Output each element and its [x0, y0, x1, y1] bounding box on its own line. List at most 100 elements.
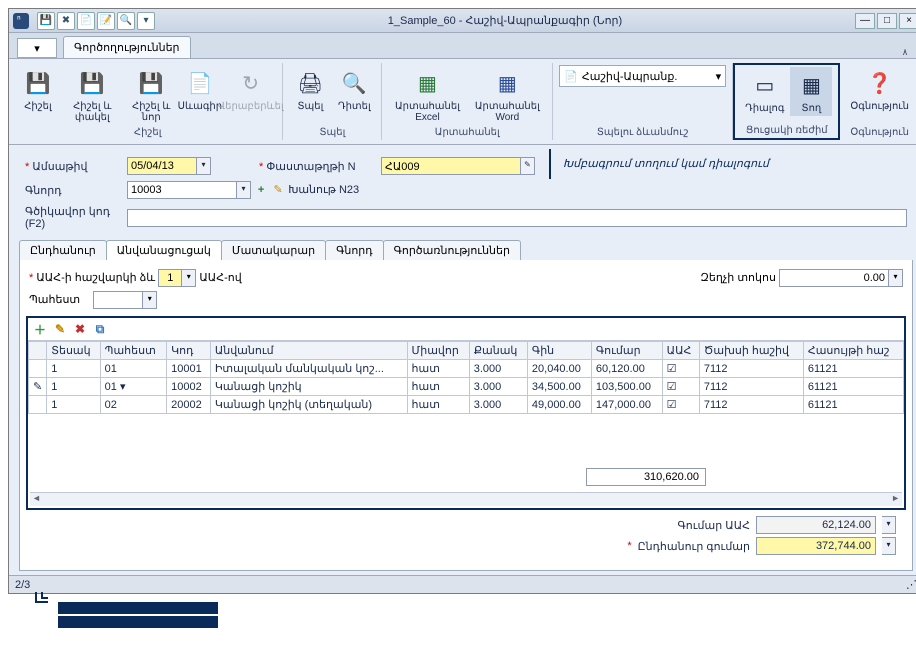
vat-amount-label: Գումար ԱԱՀ	[678, 519, 750, 532]
grand-total-dd[interactable]: ▾	[882, 537, 896, 555]
docno-label: Փաստաթղթի N	[266, 161, 355, 173]
help-button[interactable]: ❓Օգնություն	[846, 65, 913, 114]
save-button[interactable]: 💾Հիշել	[17, 65, 59, 125]
date-input[interactable]	[127, 157, 197, 175]
docno-edit-icon[interactable]: ✎	[521, 157, 535, 175]
save-close-button[interactable]: 💾Հիշել և փակել	[61, 65, 124, 125]
magnifier-icon: 🔍	[338, 67, 370, 99]
tab-items[interactable]: Անվանացուցակ	[106, 240, 222, 260]
grid-total-amount: 310,620.00	[586, 468, 706, 486]
buyer-add-icon[interactable]: +	[254, 184, 268, 196]
ribbon-tabs: ▾ Գործողություններ ٨	[9, 33, 916, 59]
callout-annotation	[28, 594, 908, 634]
tab-buyer[interactable]: Գնորդ	[325, 240, 384, 260]
buyer-edit-icon[interactable]: ✎	[271, 183, 285, 196]
tab-actions[interactable]: Գործողություններ	[63, 36, 191, 58]
vat-amount-dd[interactable]: ▾	[882, 516, 896, 534]
grid-icon: ▦	[795, 69, 827, 101]
export-excel-button[interactable]: ▦Արտահանել Excel	[388, 65, 466, 125]
quick-access-toolbar: 💾 ✖ 📄 📝 🔍 ▾	[37, 12, 155, 30]
grid-footer: 310,620.00	[28, 464, 904, 490]
qat-more-icon[interactable]: ▾	[137, 12, 155, 30]
save-new-button[interactable]: 💾Հիշել և նոր	[126, 65, 177, 125]
items-grid[interactable]: Տեսակ Պահեստ Կոդ Անվանում Միավոր Քանակ Գ…	[28, 341, 904, 414]
vat-mode-label: ԱԱՀ-ի հաշվարկի ձև	[36, 272, 155, 284]
app-icon	[13, 13, 29, 29]
row-mode-button[interactable]: ▦Տող	[790, 67, 832, 116]
tab-general[interactable]: Ընդհանուր	[19, 240, 107, 260]
file-menu-dropdown[interactable]: ▾	[17, 38, 57, 58]
template-combo[interactable]: 📄 Հաշիվ-Ապրանք. ▾	[559, 65, 726, 87]
ribbon-collapse-icon[interactable]: ٨	[895, 47, 915, 58]
ribbon: 💾Հիշել 💾Հիշել և փակել 💾Հիշել և նոր 📄Սևագ…	[9, 59, 916, 145]
reassign-button: ↻Վերաբերևել	[223, 65, 279, 125]
preview-button[interactable]: 🔍Դիտել	[333, 65, 375, 114]
tab-operations[interactable]: Գործառնություններ	[383, 240, 521, 260]
store-dropdown-icon[interactable]: ▾	[143, 291, 157, 309]
grid-toolbar: ＋ ✎ ✖ ⧉	[28, 318, 904, 341]
ribbon-group-print: 🖨Տպել 🔍Դիտել Տպել	[283, 63, 382, 140]
tab-supplier[interactable]: Մատակարար	[221, 240, 326, 260]
buyer-code-input[interactable]	[127, 181, 237, 199]
resize-grip-icon[interactable]: ⋰	[906, 578, 916, 591]
totals-panel: Գումար ԱԱՀ 62,124.00 ▾ * Ընդհանուր գումա…	[26, 510, 906, 564]
vat-mode-dropdown-icon[interactable]: ▾	[182, 269, 196, 287]
print-button[interactable]: 🖨Տպել	[289, 65, 331, 114]
grid-add-icon[interactable]: ＋	[32, 321, 48, 337]
minimize-button[interactable]: —	[855, 13, 875, 29]
draft-button[interactable]: 📄Սևագիր	[179, 65, 221, 125]
store-label: Պահեստ	[29, 294, 80, 306]
table-row[interactable]: 10220002Կանացի կոշիկ (տեղական)հատ3.00049…	[29, 396, 904, 414]
pager-label: 2/3	[15, 579, 30, 591]
floppy-new-icon: 💾	[135, 67, 167, 99]
discount-input[interactable]	[779, 269, 889, 287]
buyer-dropdown-icon[interactable]: ▾	[237, 181, 251, 199]
annotation-hint: Խմբագրում տողում կամ դիալոգում	[563, 158, 769, 170]
items-grid-wrap: ＋ ✎ ✖ ⧉ Տեսակ Պահեստ Կոդ Անվանում Միավոր…	[26, 316, 906, 510]
ribbon-group-viewmode: ▭Դիալոգ ▦Տող Ցուցակի ռեժիմ	[733, 63, 840, 140]
grid-delete-icon[interactable]: ✖	[72, 321, 88, 337]
qat-savenew-icon[interactable]: 📄	[77, 12, 95, 30]
docno-input[interactable]	[381, 157, 521, 175]
export-word-button[interactable]: ▦Արտահանել Word	[469, 65, 547, 125]
qat-preview-icon[interactable]: 🔍	[117, 12, 135, 30]
draft-icon: 📄	[184, 67, 216, 99]
date-label: Ամսաթիվ	[32, 161, 87, 173]
barcode-label: Գծիկավոր կոդ (F2)	[25, 206, 110, 230]
ribbon-group-export: ▦Արտահանել Excel ▦Արտահանել Word Արտահան…	[382, 63, 553, 140]
close-button[interactable]: ×	[899, 13, 916, 29]
grid-hscrollbar[interactable]	[30, 492, 902, 506]
qat-draft-icon[interactable]: 📝	[97, 12, 115, 30]
vat-mode-input[interactable]	[158, 269, 182, 287]
ribbon-group-template: 📄 Հաշիվ-Ապրանք. ▾ Տպելու ձևանմուշ	[553, 63, 733, 140]
table-row[interactable]: 10110001Իտալական մանկական կոշ...հատ3.000…	[29, 360, 904, 378]
store-input[interactable]	[93, 291, 143, 309]
dialog-icon: ▭	[749, 69, 781, 101]
maximize-button[interactable]: □	[877, 13, 897, 29]
grid-copy-icon[interactable]: ⧉	[92, 321, 108, 337]
barcode-input[interactable]	[127, 209, 907, 227]
vat-amount-value: 62,124.00	[756, 516, 876, 534]
qat-saveclose-icon[interactable]: ✖	[57, 12, 75, 30]
ribbon-group-save: 💾Հիշել 💾Հիշել և փակել 💾Հիշել և նոր 📄Սևագ…	[13, 63, 283, 140]
excel-icon: ▦	[411, 67, 443, 99]
detail-tabs: Ընդհանուր Անվանացուցակ Մատակարար Գնորդ Գ…	[19, 240, 913, 260]
grand-total-value[interactable]: 372,744.00	[756, 537, 876, 555]
table-row[interactable]: ✎101 ▾10002Կանացի կոշիկհատ3.00034,500.00…	[29, 378, 904, 396]
ribbon-group-help: ❓Օգնություն Օգնություն	[840, 63, 916, 140]
word-icon: ▦	[491, 67, 523, 99]
status-bar: 2/3 ⋰	[9, 575, 916, 593]
vat-mode-text: ԱԱՀ-ով	[199, 272, 241, 284]
app-window: 💾 ✖ 📄 📝 🔍 ▾ 1_Sample_60 - Հաշիվ-Ապրանքագ…	[8, 8, 916, 594]
form-panel: * Ամսաթիվ ▾ * Փաստաթղթի N ✎ Խմբագրում տո…	[9, 145, 916, 575]
floppy-icon: 💾	[22, 67, 54, 99]
refresh-icon: ↻	[235, 67, 267, 99]
discount-dropdown-icon[interactable]: ▾	[889, 269, 903, 287]
date-picker-icon[interactable]: ▾	[197, 157, 211, 175]
dialog-mode-button[interactable]: ▭Դիալոգ	[741, 67, 788, 116]
window-title: 1_Sample_60 - Հաշիվ-Ապրանքագիր (Նոր)	[155, 14, 855, 27]
grid-edit-icon[interactable]: ✎	[52, 321, 68, 337]
buyer-label: Գնորդ	[25, 185, 62, 197]
titlebar: 💾 ✖ 📄 📝 🔍 ▾ 1_Sample_60 - Հաշիվ-Ապրանքագ…	[9, 9, 916, 33]
qat-save-icon[interactable]: 💾	[37, 12, 55, 30]
